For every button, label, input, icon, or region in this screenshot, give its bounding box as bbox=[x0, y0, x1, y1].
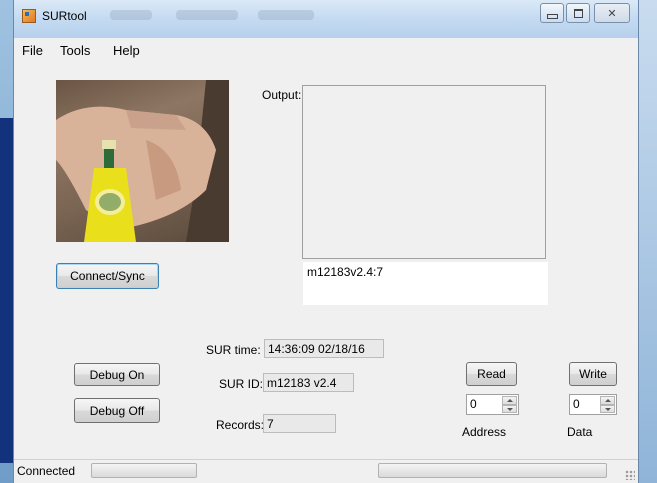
app-icon[interactable] bbox=[22, 9, 36, 23]
spin-up-icon[interactable] bbox=[600, 396, 615, 405]
resize-grip-icon[interactable] bbox=[625, 470, 635, 480]
address-spinner[interactable]: 0 bbox=[466, 394, 519, 415]
menu-help[interactable]: Help bbox=[113, 43, 140, 58]
address-spin-buttons bbox=[502, 396, 517, 413]
sur-id-field: m12183 v2.4 bbox=[263, 373, 354, 392]
status-progress-bar-2 bbox=[378, 463, 607, 478]
spin-down-icon[interactable] bbox=[502, 404, 517, 413]
records-label: Records: bbox=[216, 418, 265, 432]
status-progress-bar bbox=[91, 463, 197, 478]
debug-on-button[interactable]: Debug On bbox=[74, 363, 160, 386]
maximize-icon bbox=[573, 8, 583, 18]
camera-image-graphic bbox=[56, 80, 229, 242]
data-spinner[interactable]: 0 bbox=[569, 394, 617, 415]
desktop-background-strip bbox=[0, 118, 14, 463]
menu-tools[interactable]: Tools bbox=[60, 43, 90, 58]
status-text: Connected bbox=[17, 464, 76, 478]
maximize-button[interactable] bbox=[566, 3, 590, 23]
data-value: 0 bbox=[573, 397, 580, 411]
write-button[interactable]: Write bbox=[569, 362, 617, 386]
title-bar-blur bbox=[110, 10, 152, 20]
sur-time-field: 14:36:09 02/18/16 bbox=[264, 339, 384, 358]
output-label: Output: bbox=[262, 88, 302, 102]
title-bar-blur bbox=[258, 10, 314, 20]
minimize-button[interactable] bbox=[540, 3, 564, 23]
read-button[interactable]: Read bbox=[466, 362, 517, 386]
data-label: Data bbox=[567, 425, 593, 439]
command-input[interactable]: m12183v2.4:7 bbox=[303, 262, 548, 305]
menu-bar: File Tools Help bbox=[14, 38, 638, 62]
close-button[interactable]: ✕ bbox=[594, 3, 630, 23]
title-bar[interactable]: SURtool ✕ bbox=[14, 0, 638, 38]
address-value: 0 bbox=[470, 397, 477, 411]
records-field: 7 bbox=[263, 414, 336, 433]
window-title: SURtool bbox=[42, 9, 87, 23]
camera-image bbox=[56, 80, 229, 242]
data-spin-buttons bbox=[600, 396, 615, 413]
connect-sync-button[interactable]: Connect/Sync bbox=[56, 263, 159, 289]
debug-off-button[interactable]: Debug Off bbox=[74, 398, 160, 423]
desktop-background-right bbox=[638, 0, 657, 483]
menu-file[interactable]: File bbox=[22, 43, 43, 58]
status-bar: Connected bbox=[14, 459, 638, 483]
output-box[interactable] bbox=[302, 85, 546, 259]
spin-down-icon[interactable] bbox=[600, 404, 615, 413]
spin-up-icon[interactable] bbox=[502, 396, 517, 405]
sur-time-label: SUR time: bbox=[206, 343, 261, 357]
minimize-icon bbox=[546, 13, 558, 19]
app-window: SURtool ✕ File Tools Help Output: m12183… bbox=[14, 0, 638, 483]
close-icon: ✕ bbox=[607, 7, 617, 20]
title-bar-blur bbox=[176, 10, 238, 20]
sur-id-label: SUR ID: bbox=[219, 377, 264, 391]
address-label: Address bbox=[462, 425, 507, 439]
